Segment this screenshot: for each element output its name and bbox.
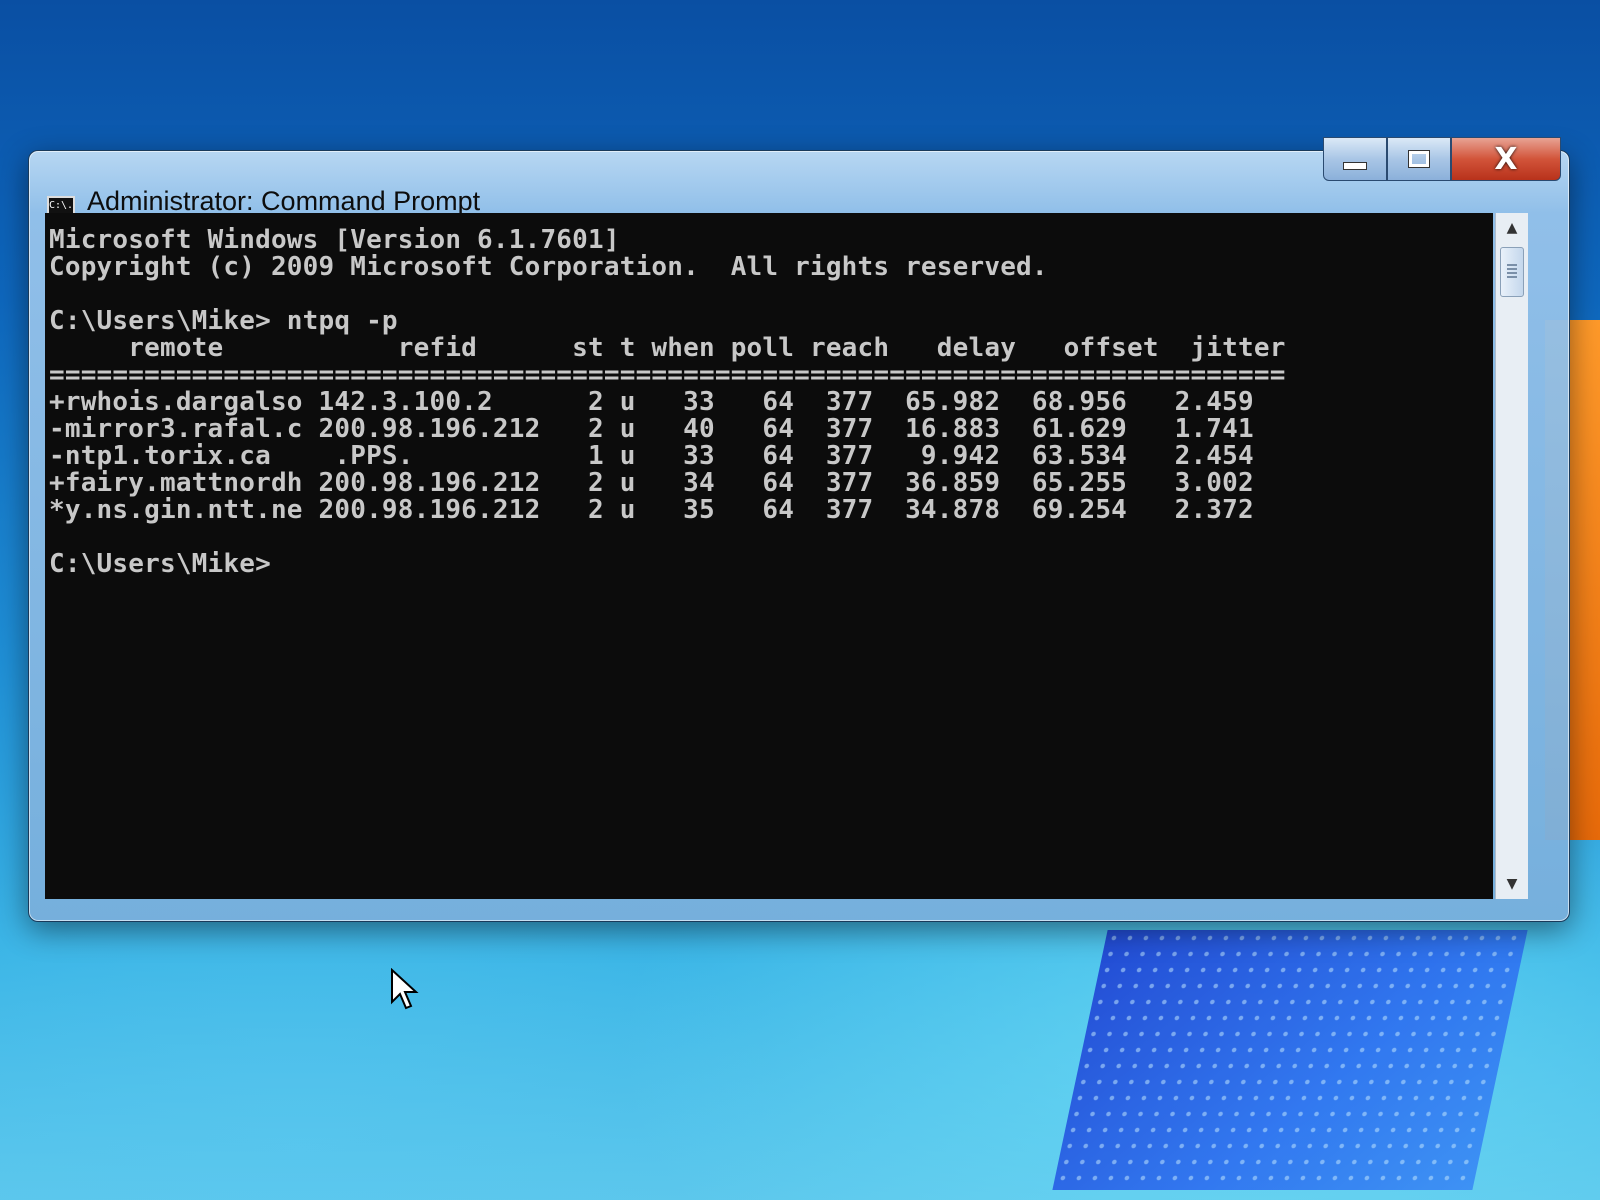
caption-buttons: X [1323,137,1561,183]
console-output[interactable]: Microsoft Windows [Version 6.1.7601] Copy… [45,213,1493,899]
console-text: Microsoft Windows [Version 6.1.7601] Copy… [45,213,1493,578]
console-line: *y.ns.gin.ntt.ne 200.98.196.212 2 u 35 6… [49,495,1254,525]
console-line: remote refid st t when poll reach delay … [49,333,1286,363]
scroll-up-arrow-icon[interactable]: ▲ [1496,213,1528,243]
console-line: Microsoft Windows [Version 6.1.7601] [49,225,620,255]
minimize-icon [1343,162,1367,170]
console-line: -ntp1.torix.ca .PPS. 1 u 33 64 377 9.942… [49,441,1254,471]
close-icon: X [1494,141,1518,177]
mouse-pointer-icon [391,968,419,1010]
vertical-scrollbar[interactable]: ▲ ▼ [1495,213,1528,899]
minimize-button[interactable] [1323,137,1387,181]
console-line: +fairy.mattnordh 200.98.196.212 2 u 34 6… [49,468,1254,498]
maximize-icon [1409,151,1429,167]
command-prompt-line[interactable]: C:\Users\Mike> [49,551,1491,578]
maximize-button[interactable] [1387,137,1451,181]
console-line: C:\Users\Mike> ntpq -p [49,306,398,336]
title-bar[interactable]: C:\. Administrator: Command Prompt X [29,137,1569,216]
close-button[interactable]: X [1451,137,1561,181]
console-line: Copyright (c) 2009 Microsoft Corporation… [49,252,1048,282]
console-line: +rwhois.dargalso 142.3.100.2 2 u 33 64 3… [49,387,1254,417]
console-line: ========================================… [49,360,1286,390]
wallpaper-windows-logo [1052,930,1528,1190]
command-prompt-window[interactable]: C:\. Administrator: Command Prompt X Mic… [28,137,1570,922]
console-line: -mirror3.rafal.c 200.98.196.212 2 u 40 6… [49,414,1254,444]
scroll-down-arrow-icon[interactable]: ▼ [1496,869,1528,899]
scroll-thumb[interactable] [1500,247,1524,297]
